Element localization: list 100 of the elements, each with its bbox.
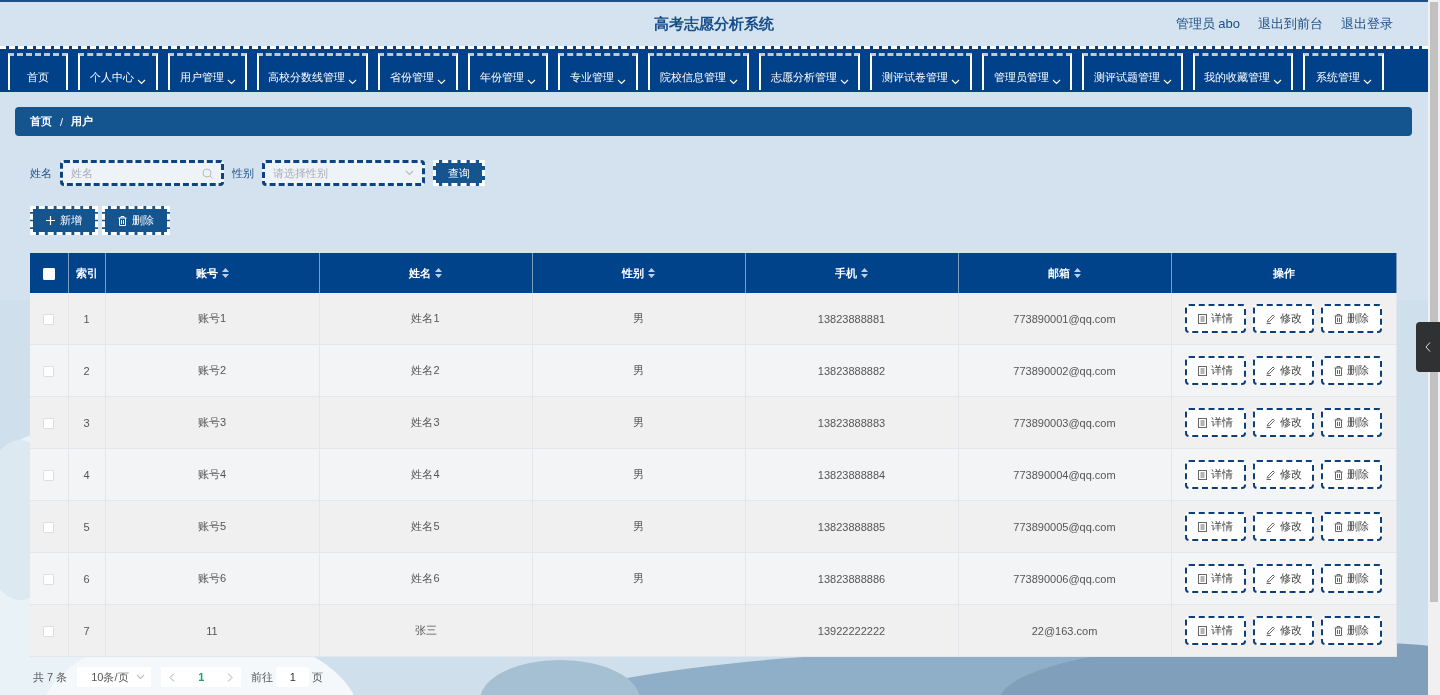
search-button[interactable]: 查询: [433, 160, 485, 186]
column-header[interactable]: 账号: [195, 265, 229, 281]
edit-button[interactable]: 修改: [1253, 356, 1314, 385]
nav-tab[interactable]: 测评试题管理: [1082, 53, 1183, 90]
pencil-icon: [1265, 573, 1276, 584]
delete-button[interactable]: 删除: [1321, 512, 1382, 541]
trash-icon: [1334, 417, 1343, 428]
scrollbar[interactable]: [1428, 0, 1440, 695]
header-link[interactable]: 管理员 abo: [1175, 15, 1240, 33]
header-link[interactable]: 退出登录: [1341, 15, 1393, 33]
table-cell: 3: [83, 416, 90, 429]
pencil-icon: [1265, 469, 1276, 480]
column-header: 索引: [75, 265, 98, 281]
table-cell: 13823888885: [817, 520, 886, 533]
nav-tab[interactable]: 年份管理: [468, 53, 548, 90]
nav-tab[interactable]: 用户管理: [168, 53, 247, 90]
column-header[interactable]: 手机: [835, 265, 868, 281]
table-cell: 男: [633, 520, 644, 532]
nav-tab[interactable]: 个人中心: [78, 53, 158, 90]
table-cell: 姓名3: [411, 416, 440, 428]
previous-icon[interactable]: [169, 672, 176, 682]
nav-tab[interactable]: 首页: [8, 53, 68, 90]
edit-button[interactable]: 修改: [1253, 460, 1314, 489]
table-cell: 姓名2: [411, 364, 440, 376]
table-cell: 姓名4: [411, 468, 440, 480]
column-header[interactable]: 性别: [622, 265, 655, 281]
delete-button[interactable]: 删除: [1321, 564, 1382, 593]
nav-tab[interactable]: 我的收藏管理: [1193, 53, 1293, 90]
checkbox[interactable]: [43, 469, 55, 481]
checkbox[interactable]: [43, 313, 55, 325]
edit-button[interactable]: 修改: [1253, 512, 1314, 541]
edit-button[interactable]: 修改: [1253, 408, 1314, 437]
table-cell: 13922222222: [817, 624, 886, 637]
breadcrumb-item[interactable]: 首页: [30, 114, 52, 129]
table-cell: 账号1: [197, 312, 227, 324]
header-link[interactable]: 退出到前台: [1258, 15, 1323, 33]
document-icon: [1198, 313, 1207, 324]
search-icon: [202, 167, 213, 179]
delete-button[interactable]: 删除: [102, 206, 170, 235]
pencil-icon: [1265, 313, 1276, 324]
column-header[interactable]: 邮箱: [1048, 265, 1081, 281]
scrollbar-thumb[interactable]: [1430, 2, 1438, 602]
document-icon: [1198, 417, 1207, 428]
table-cell: 姓名1: [411, 312, 440, 324]
document-icon: [1198, 469, 1207, 480]
detail-button[interactable]: 详情: [1185, 304, 1246, 333]
side-toggle-button[interactable]: [1416, 322, 1440, 372]
table-cell: 13823888884: [817, 468, 886, 481]
nav-tab[interactable]: 系统管理: [1303, 53, 1384, 90]
delete-button[interactable]: 删除: [1321, 460, 1382, 489]
checkbox[interactable]: [43, 417, 55, 429]
detail-button[interactable]: 详情: [1185, 512, 1246, 541]
add-button[interactable]: 新增: [30, 206, 98, 235]
document-icon: [1198, 625, 1207, 636]
nav-tab[interactable]: 院校信息管理: [648, 53, 749, 90]
page-size-select[interactable]: 10条/页: [77, 667, 152, 687]
trash-icon: [1334, 469, 1343, 480]
table-cell: 13823888883: [817, 416, 886, 429]
delete-button[interactable]: 删除: [1321, 408, 1382, 437]
edit-button[interactable]: 修改: [1253, 304, 1314, 333]
checkbox[interactable]: [43, 365, 55, 377]
edit-button[interactable]: 修改: [1253, 616, 1314, 645]
detail-button[interactable]: 详情: [1185, 356, 1246, 385]
edit-button[interactable]: 修改: [1253, 564, 1314, 593]
page-label: 页: [312, 669, 324, 685]
detail-button[interactable]: 详情: [1185, 460, 1246, 489]
caret-icon: [405, 170, 414, 176]
column-header: 操作: [1272, 265, 1295, 281]
checkbox[interactable]: [43, 573, 55, 585]
detail-button[interactable]: 详情: [1185, 564, 1246, 593]
detail-button[interactable]: 详情: [1185, 408, 1246, 437]
pencil-icon: [1265, 625, 1276, 636]
breadcrumb-separator: /: [60, 115, 64, 128]
nav-tab[interactable]: 志愿分析管理: [759, 53, 860, 90]
next-icon[interactable]: [227, 672, 234, 682]
table-cell: 账号2: [197, 364, 227, 376]
nav-tab[interactable]: 高校分数线管理: [257, 53, 368, 90]
table-cell: 男: [633, 364, 644, 376]
checkbox[interactable]: [43, 625, 55, 637]
document-icon: [1198, 573, 1207, 584]
table-cell: 男: [633, 312, 644, 324]
table-cell: 男: [633, 416, 644, 428]
delete-button[interactable]: 删除: [1321, 356, 1382, 385]
table-cell: 姓名6: [411, 572, 440, 584]
table-cell: 4: [83, 468, 90, 481]
nav-tab[interactable]: 测评试卷管理: [870, 53, 972, 90]
field-label: 姓名: [30, 165, 52, 181]
table-cell: 6: [83, 572, 90, 585]
nav-tab[interactable]: 省份管理: [378, 53, 458, 90]
delete-button[interactable]: 删除: [1321, 616, 1382, 645]
page-input[interactable]: 1: [276, 667, 310, 687]
table-cell: 账号5: [197, 520, 227, 532]
table-cell: 773890003@qq.com: [1013, 416, 1116, 429]
nav-tab[interactable]: 管理员管理: [982, 53, 1072, 90]
column-header[interactable]: 姓名: [409, 265, 442, 281]
trash-icon: [1334, 573, 1343, 584]
checkbox[interactable]: [43, 521, 55, 533]
detail-button[interactable]: 详情: [1185, 616, 1246, 645]
delete-button[interactable]: 删除: [1321, 304, 1382, 333]
nav-tab[interactable]: 专业管理: [558, 53, 638, 90]
